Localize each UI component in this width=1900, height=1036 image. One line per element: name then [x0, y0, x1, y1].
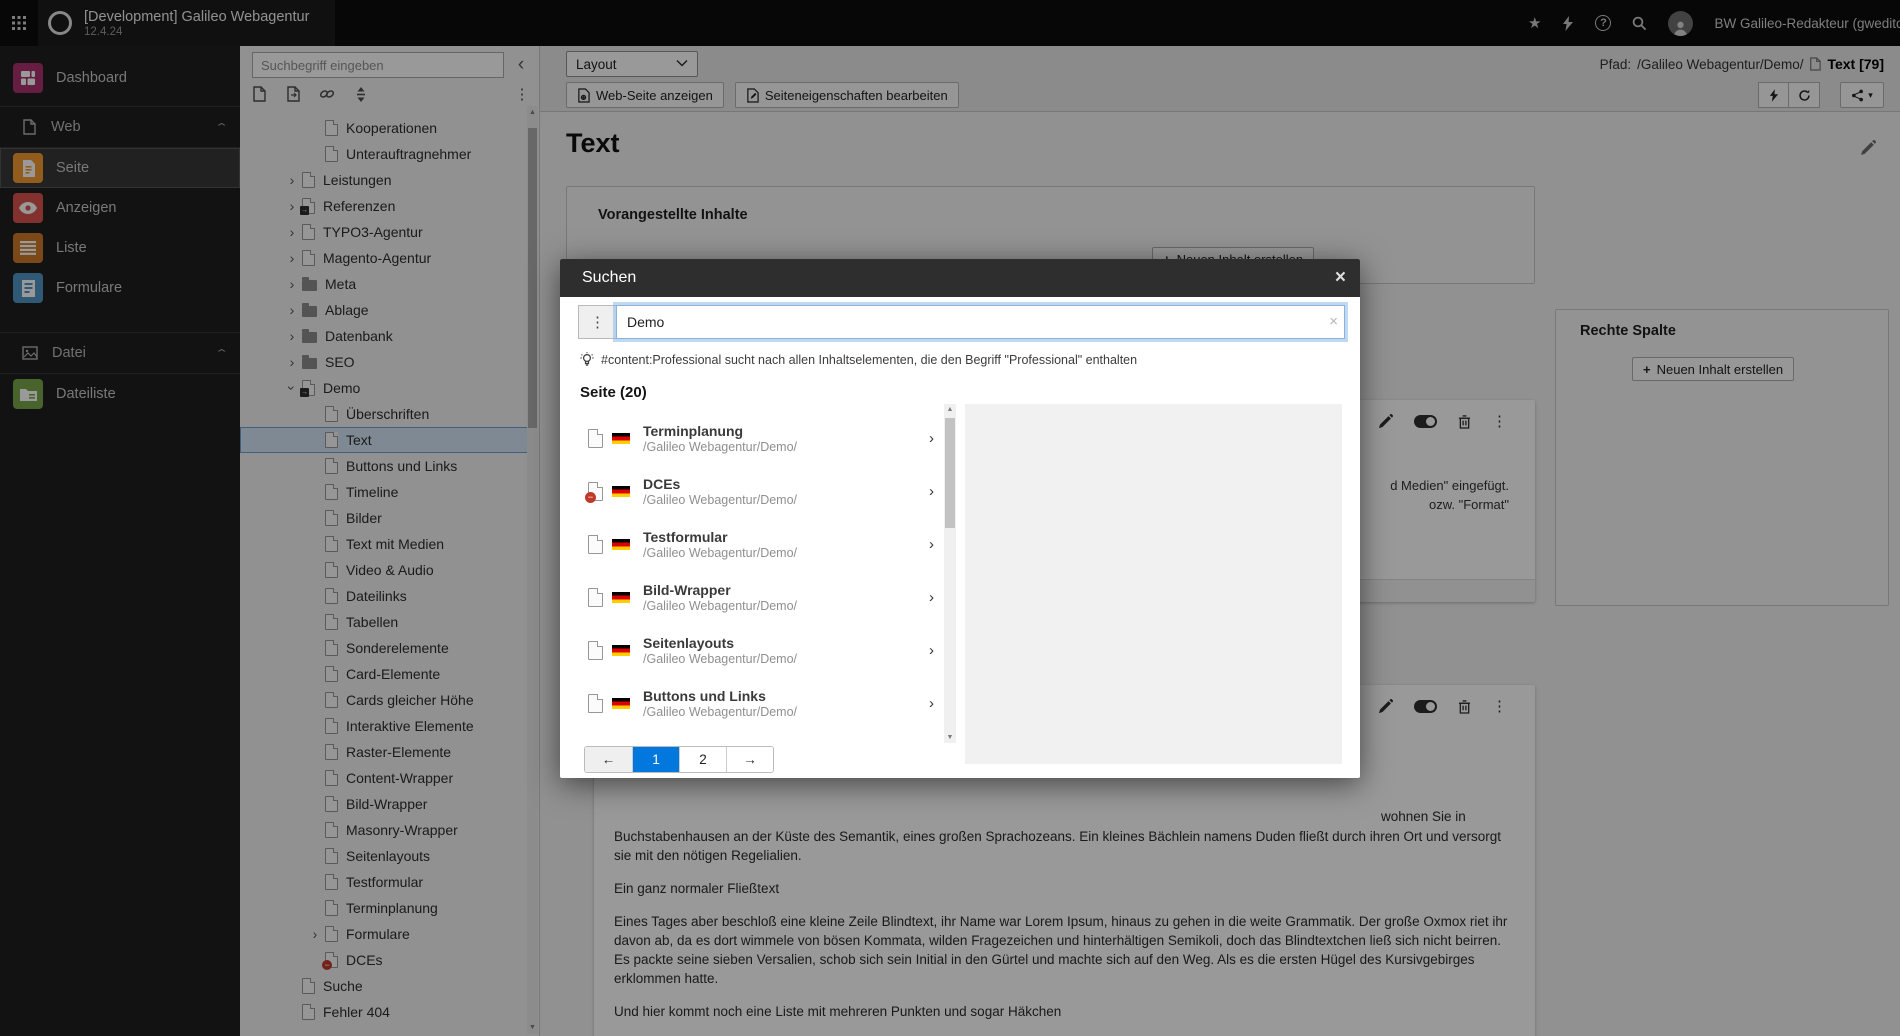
modal-title: Suchen [582, 269, 636, 287]
chevron-right-icon: › [929, 430, 934, 447]
chevron-right-icon: › [929, 695, 934, 712]
chevron-right-icon: › [929, 536, 934, 553]
chevron-right-icon: › [929, 589, 934, 606]
results-scrollbar-thumb[interactable] [945, 418, 955, 528]
page-icon [588, 429, 603, 448]
page-icon [588, 535, 603, 554]
german-flag-icon [612, 645, 630, 656]
result-path: /Galileo Webagentur/Demo/ [643, 705, 797, 719]
result-title: Terminplanung [643, 423, 797, 439]
close-icon[interactable]: × [1335, 267, 1346, 289]
result-path: /Galileo Webagentur/Demo/ [643, 440, 797, 454]
german-flag-icon [612, 433, 630, 444]
result-title: Buttons und Links [643, 688, 797, 704]
pagination-page-2[interactable]: 2 [679, 747, 726, 772]
chevron-right-icon: › [929, 483, 934, 500]
lightbulb-icon [580, 352, 594, 368]
result-path: /Galileo Webagentur/Demo/ [643, 599, 797, 613]
search-result-row[interactable]: Seitenlayouts /Galileo Webagentur/Demo/ … [578, 624, 944, 677]
result-group-title: Seite (20) [580, 384, 647, 401]
search-result-row[interactable]: DCEs /Galileo Webagentur/Demo/ › [578, 465, 944, 518]
page-icon [588, 482, 603, 501]
pagination-page-1[interactable]: 1 [632, 747, 679, 772]
modal-search-field: × [616, 305, 1345, 339]
search-options-kebab-icon[interactable]: ⋮ [578, 305, 616, 339]
page-icon [588, 641, 603, 660]
pagination: ← 1 2 → [584, 746, 774, 773]
app-root: [Development] Galileo Webagentur 12.4.24… [0, 0, 1900, 1036]
modal-header: Suchen × [560, 259, 1360, 297]
modal-search-input[interactable] [617, 306, 1344, 338]
result-path: /Galileo Webagentur/Demo/ [643, 493, 797, 507]
search-result-row[interactable]: Terminplanung /Galileo Webagentur/Demo/ … [578, 412, 944, 465]
search-result-row[interactable]: Bild-Wrapper /Galileo Webagentur/Demo/ › [578, 571, 944, 624]
german-flag-icon [612, 592, 630, 603]
page-icon [588, 588, 603, 607]
pagination-prev-button[interactable]: ← [585, 747, 632, 772]
german-flag-icon [612, 486, 630, 497]
search-results: Terminplanung /Galileo Webagentur/Demo/ … [578, 412, 944, 730]
result-path: /Galileo Webagentur/Demo/ [643, 652, 797, 666]
search-hint: #content:Professional sucht nach allen I… [580, 352, 1137, 368]
scroll-up-icon[interactable]: ▲ [944, 406, 956, 413]
german-flag-icon [612, 539, 630, 550]
result-title: Testformular [643, 529, 797, 545]
chevron-right-icon: › [929, 642, 934, 659]
result-detail-pane [965, 404, 1342, 764]
german-flag-icon [612, 698, 630, 709]
results-scrollbar[interactable]: ▲ ▼ [944, 404, 956, 743]
result-title: Seitenlayouts [643, 635, 797, 651]
result-title: DCEs [643, 476, 797, 492]
result-title: Bild-Wrapper [643, 582, 797, 598]
scroll-down-icon[interactable]: ▼ [944, 734, 956, 741]
result-path: /Galileo Webagentur/Demo/ [643, 546, 797, 560]
search-result-row[interactable]: Buttons und Links /Galileo Webagentur/De… [578, 677, 944, 730]
search-result-row[interactable]: Testformular /Galileo Webagentur/Demo/ › [578, 518, 944, 571]
pagination-next-button[interactable]: → [726, 747, 773, 772]
page-icon [588, 694, 603, 713]
search-modal: Suchen × ⋮ × #content:Professional sucht… [560, 259, 1360, 778]
clear-icon[interactable]: × [1329, 313, 1338, 330]
search-hint-text: #content:Professional sucht nach allen I… [601, 353, 1137, 367]
